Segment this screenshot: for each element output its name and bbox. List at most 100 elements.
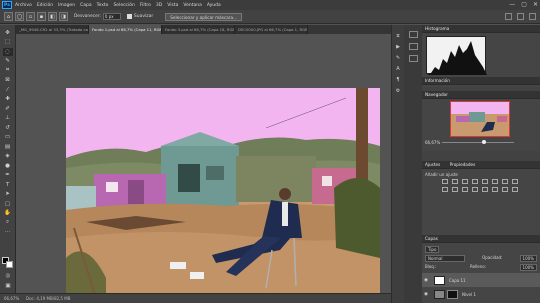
navigator-thumbnail[interactable] bbox=[450, 101, 510, 137]
histogram-panel-icon[interactable] bbox=[408, 31, 418, 38]
eye-icon[interactable]: ◉ bbox=[422, 292, 430, 297]
brush-tool-icon[interactable]: ✐ bbox=[3, 105, 13, 113]
navigator-zoom[interactable]: 66,67% bbox=[425, 140, 440, 145]
blend-mode-select[interactable]: Normal bbox=[425, 254, 465, 262]
subtract-selection-icon[interactable]: ◧ bbox=[48, 12, 57, 21]
new-selection-icon[interactable]: ▫ bbox=[26, 12, 35, 21]
menu-vista[interactable]: Vista bbox=[167, 3, 178, 8]
color-swatches[interactable] bbox=[2, 257, 14, 269]
tab-adjustments[interactable]: Ajustes bbox=[425, 162, 440, 167]
layer-row-nivel-1[interactable]: ◉ Nivel 1 bbox=[422, 287, 540, 301]
stamp-tool-icon[interactable]: ⊥ bbox=[3, 115, 13, 123]
add-selection-icon[interactable]: ▪ bbox=[37, 12, 46, 21]
marquee-tool-icon[interactable]: ⬚ bbox=[3, 39, 13, 47]
minimize-button[interactable]: — bbox=[509, 1, 515, 8]
menu-capa[interactable]: Capa bbox=[80, 3, 92, 8]
info-panel-icon[interactable] bbox=[408, 43, 418, 50]
menu-ventana[interactable]: Ventana bbox=[183, 3, 201, 8]
exposure-icon[interactable] bbox=[472, 179, 478, 184]
quick-mask-icon[interactable]: ◎ bbox=[3, 272, 13, 280]
histogram-title[interactable]: Histograma bbox=[422, 25, 540, 33]
character-panel-icon[interactable]: A bbox=[396, 66, 399, 72]
menu-imagen[interactable]: Imagen bbox=[58, 3, 75, 8]
blur-tool-icon[interactable]: ◈ bbox=[3, 153, 13, 161]
color-lookup-icon[interactable] bbox=[462, 187, 468, 192]
maximize-button[interactable]: ▢ bbox=[521, 1, 527, 8]
tab-fondo-3[interactable]: Fondo 3.psd al 66,7% (Capa 18, RGB/8) * bbox=[162, 25, 235, 34]
search-icon[interactable] bbox=[505, 13, 512, 20]
history-brush-tool-icon[interactable]: ↺ bbox=[3, 124, 13, 132]
gradient-map-icon[interactable] bbox=[502, 187, 508, 192]
gradient-tool-icon[interactable]: ▤ bbox=[3, 143, 13, 151]
hue-saturation-icon[interactable] bbox=[492, 179, 498, 184]
shape-tool-icon[interactable]: ▢ bbox=[3, 200, 13, 208]
eyedropper-tool-icon[interactable]: ⁄ bbox=[3, 86, 13, 94]
selective-color-icon[interactable] bbox=[512, 187, 518, 192]
navigator-title[interactable]: Navegador bbox=[422, 91, 540, 99]
background-color[interactable] bbox=[6, 261, 13, 268]
workspace-icon[interactable] bbox=[517, 13, 524, 20]
move-tool-icon[interactable]: ✥ bbox=[3, 29, 13, 37]
brightness-icon[interactable] bbox=[442, 179, 448, 184]
screen-mode-icon[interactable]: ▣ bbox=[3, 282, 13, 290]
color-balance-icon[interactable] bbox=[502, 179, 508, 184]
channel-mixer-icon[interactable] bbox=[452, 187, 458, 192]
menu-texto[interactable]: Texto bbox=[97, 3, 109, 8]
posterize-icon[interactable] bbox=[482, 187, 488, 192]
threshold-icon[interactable] bbox=[492, 187, 498, 192]
close-button[interactable]: ✕ bbox=[533, 1, 538, 8]
lasso-preset-icon[interactable]: ◯ bbox=[15, 12, 24, 21]
crop-tool-icon[interactable]: ⌗ bbox=[3, 67, 13, 75]
feather-input[interactable]: 0 px bbox=[102, 13, 121, 20]
healing-tool-icon[interactable]: ✚ bbox=[3, 96, 13, 104]
navigator-slider-knob[interactable] bbox=[482, 140, 486, 144]
fill-input[interactable]: 100% bbox=[519, 263, 537, 271]
tab-mg-9946[interactable]: _MG_9946.CR2 al 33,3% (Tratado capas R..… bbox=[16, 25, 89, 34]
menu-seleccion[interactable]: Selección bbox=[113, 3, 134, 8]
invert-icon[interactable] bbox=[472, 187, 478, 192]
levels-icon[interactable] bbox=[452, 179, 458, 184]
image-canvas[interactable] bbox=[66, 88, 380, 303]
menu-edicion[interactable]: Edición bbox=[37, 3, 53, 8]
eraser-tool-icon[interactable]: ▭ bbox=[3, 134, 13, 142]
select-and-mask-button[interactable]: Seleccionar y aplicar máscara... bbox=[165, 12, 243, 21]
home-icon[interactable]: ⌂ bbox=[4, 12, 13, 21]
curves-icon[interactable] bbox=[462, 179, 468, 184]
info-title[interactable]: Información bbox=[422, 77, 540, 85]
eye-icon[interactable]: ◉ bbox=[422, 278, 430, 283]
navigator-zoom-slider[interactable] bbox=[442, 142, 514, 143]
tab-properties[interactable]: Propiedades bbox=[450, 162, 476, 167]
menu-3d[interactable]: 3D bbox=[156, 3, 162, 8]
lasso-tool-icon[interactable]: ◌ bbox=[2, 48, 13, 56]
menu-archivo[interactable]: Archivo bbox=[15, 3, 32, 8]
intersect-selection-icon[interactable]: ◨ bbox=[59, 12, 68, 21]
tab-dsc0000[interactable]: DSC0000.JPG al 66,7% (Capa 1, RGB/8#) * bbox=[235, 25, 308, 34]
zoom-tool-icon[interactable]: ⌕ bbox=[3, 219, 13, 227]
tab-fondo-1[interactable]: Fondo 1.psd al 66,7% (Capa 11, RGB/8#) * bbox=[89, 25, 162, 34]
quick-select-tool-icon[interactable]: ✎ bbox=[3, 58, 13, 66]
more-tools-icon[interactable]: ··· bbox=[3, 229, 13, 237]
black-white-icon[interactable] bbox=[512, 179, 518, 184]
history-panel-icon[interactable]: ⧖ bbox=[396, 33, 400, 39]
hand-tool-icon[interactable]: ✋ bbox=[3, 210, 13, 218]
path-select-tool-icon[interactable]: ➤ bbox=[3, 191, 13, 199]
dodge-tool-icon[interactable]: ● bbox=[3, 162, 13, 170]
brush-panel-icon[interactable]: ✎ bbox=[396, 55, 400, 61]
photo-filter-icon[interactable] bbox=[442, 187, 448, 192]
layers-title[interactable]: Capas bbox=[422, 235, 540, 243]
layer-mask-thumbnail[interactable] bbox=[447, 289, 458, 299]
glyphs-panel-icon[interactable]: ⚙ bbox=[396, 88, 400, 94]
vibrance-icon[interactable] bbox=[482, 179, 488, 184]
opacity-input[interactable]: 100% bbox=[519, 254, 537, 262]
type-tool-icon[interactable]: T bbox=[3, 181, 13, 189]
menu-filtro[interactable]: Filtro bbox=[140, 3, 151, 8]
status-zoom[interactable]: 66,67% bbox=[4, 296, 26, 301]
pen-tool-icon[interactable]: ✒ bbox=[3, 172, 13, 180]
frame-tool-icon[interactable]: ⊠ bbox=[3, 77, 13, 85]
share-icon[interactable] bbox=[529, 13, 536, 20]
actions-panel-icon[interactable]: ▶ bbox=[396, 44, 400, 50]
layer-row-capa-11[interactable]: ◉ Capa 11 bbox=[422, 273, 540, 287]
paragraph-panel-icon[interactable]: ¶ bbox=[396, 77, 399, 83]
menu-ayuda[interactable]: Ayuda bbox=[207, 3, 221, 8]
antialias-checkbox[interactable] bbox=[126, 14, 132, 19]
